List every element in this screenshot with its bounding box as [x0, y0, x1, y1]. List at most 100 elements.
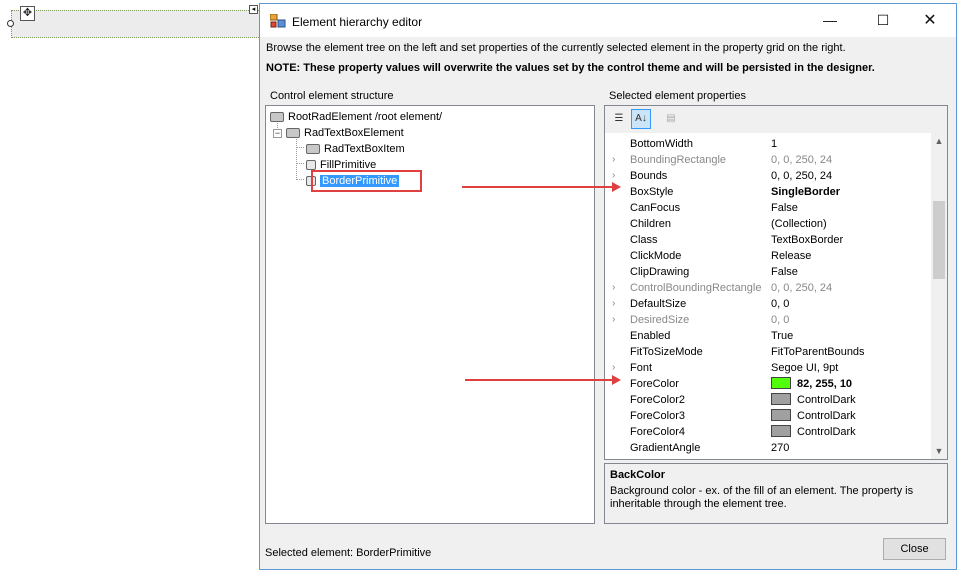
property-value: True [771, 330, 794, 342]
property-value: TextBoxBorder [771, 234, 844, 246]
property-name: GradientStyle [630, 456, 697, 459]
scroll-up-icon[interactable]: ▲ [931, 133, 947, 149]
property-name: GradientAngle [630, 442, 701, 454]
expand-chevron-icon[interactable]: › [612, 312, 615, 328]
alphabetical-icon[interactable]: A↓ [631, 109, 651, 129]
property-value-cell[interactable]: 0, 0, 250, 24 [771, 152, 832, 168]
property-rows: BottomWidth 1 › BoundingRectangle 0, 0, 250,… [605, 133, 931, 459]
move-icon[interactable]: ✥ [20, 6, 35, 21]
property-value-cell[interactable]: ControlDark [771, 424, 856, 440]
expand-chevron-icon[interactable]: › [612, 360, 615, 376]
resize-handle[interactable] [7, 20, 14, 27]
property-value: Segoe UI, 9pt [771, 362, 839, 374]
property-value-cell[interactable]: 0, 0, 250, 24 [771, 280, 832, 296]
annotation-highlight-box [311, 170, 422, 192]
property-row[interactable]: BoxStyle SingleBorder [605, 184, 931, 200]
tree-node-radtextboxelement[interactable]: RadTextBoxElement [286, 125, 404, 141]
color-swatch [771, 425, 791, 438]
property-row[interactable]: › DesiredSize 0, 0 [605, 312, 931, 328]
element-icon [270, 112, 284, 123]
primitive-icon [306, 160, 316, 171]
smart-tag-icon[interactable]: ◂ [249, 5, 258, 14]
property-name: Font [630, 362, 653, 374]
property-value-cell[interactable]: False [771, 264, 798, 280]
property-row[interactable]: CanFocus False [605, 200, 931, 216]
color-swatch [771, 409, 791, 422]
property-row[interactable]: ForeColor 82, 255, 10 [605, 376, 931, 392]
property-row[interactable]: › ControlBoundingRectangle 0, 0, 250, 24 [605, 280, 931, 296]
property-value-cell[interactable]: SingleBorder [771, 184, 840, 200]
property-value-cell[interactable]: False [771, 200, 798, 216]
scroll-down-icon[interactable]: ▼ [931, 443, 947, 459]
property-row[interactable]: › Font Segoe UI, 9pt [605, 360, 931, 376]
maximize-button[interactable]: ☐ [860, 4, 906, 37]
close-window-button[interactable]: ✕ [907, 4, 953, 37]
property-row[interactable]: GradientStyle Solid [605, 456, 931, 459]
property-value: (Collection) [771, 218, 827, 230]
property-value: 0, 0, 250, 24 [771, 282, 833, 294]
property-row[interactable]: GradientAngle 270 [605, 440, 931, 456]
property-value-cell[interactable]: 0, 0 [771, 312, 789, 328]
property-name: Children [630, 218, 671, 230]
property-row[interactable]: ClickMode Release [605, 248, 931, 264]
categorized-icon[interactable]: ☰ [609, 109, 629, 129]
scroll-thumb[interactable] [933, 201, 945, 279]
annotation-arrowhead-boxstyle [612, 182, 621, 192]
property-name: CanFocus [630, 202, 681, 214]
designer-textbox-control[interactable] [11, 10, 261, 38]
property-value-cell[interactable]: 1 [771, 136, 777, 152]
property-name: ForeColor4 [630, 426, 686, 438]
expand-chevron-icon[interactable]: › [612, 280, 615, 296]
expand-chevron-icon[interactable]: › [612, 152, 615, 168]
expand-chevron-icon[interactable]: › [612, 296, 615, 312]
property-row[interactable]: › BoundingRectangle 0, 0, 250, 24 [605, 152, 931, 168]
property-row[interactable]: Children (Collection) [605, 216, 931, 232]
property-value-cell[interactable]: True [771, 328, 793, 344]
property-value-cell[interactable]: (Collection) [771, 216, 827, 232]
property-row[interactable]: Enabled True [605, 328, 931, 344]
property-pages-icon[interactable]: ▤ [661, 109, 681, 129]
collapse-icon[interactable]: − [273, 129, 282, 138]
help-text: Background color - ex. of the fill of an… [610, 485, 914, 510]
element-tree[interactable]: RootRadElement /root element/ − RadTextB… [265, 105, 595, 524]
property-value: 0, 0, 250, 24 [771, 170, 833, 182]
minimize-button[interactable]: — [807, 4, 853, 37]
property-name: DefaultSize [630, 298, 687, 310]
tree-node-root[interactable]: RootRadElement /root element/ [270, 109, 442, 125]
property-value-cell[interactable]: 82, 255, 10 [771, 376, 852, 392]
property-row[interactable]: Class TextBoxBorder [605, 232, 931, 248]
property-row[interactable]: ClipDrawing False [605, 264, 931, 280]
property-value-cell[interactable]: TextBoxBorder [771, 232, 843, 248]
property-value: False [771, 202, 798, 214]
property-row[interactable]: › Bounds 0, 0, 250, 24 [605, 168, 931, 184]
property-value: 270 [771, 442, 790, 454]
annotation-arrowhead-forecolor [612, 375, 621, 385]
property-value-cell[interactable]: 270 [771, 440, 789, 456]
property-row[interactable]: ForeColor3 ControlDark [605, 408, 931, 424]
close-button[interactable]: Close [883, 538, 946, 560]
property-row[interactable]: ForeColor4 ControlDark [605, 424, 931, 440]
annotation-arrow-forecolor [465, 379, 613, 381]
property-value-cell[interactable]: Release [771, 248, 811, 264]
property-help-panel: BackColor Background color - ex. of the … [604, 463, 948, 524]
property-name: FitToSizeMode [630, 346, 703, 358]
property-name: ControlBoundingRectangle [630, 282, 762, 294]
property-row[interactable]: › DefaultSize 0, 0 [605, 296, 931, 312]
property-row[interactable]: ForeColor2 ControlDark [605, 392, 931, 408]
property-row[interactable]: FitToSizeMode FitToParentBounds [605, 344, 931, 360]
property-value-cell[interactable]: 0, 0, 250, 24 [771, 168, 832, 184]
property-value-cell[interactable]: FitToParentBounds [771, 344, 865, 360]
status-text: Selected element: BorderPrimitive [265, 547, 432, 559]
property-name: ClipDrawing [630, 266, 690, 278]
property-value-cell[interactable]: Solid [771, 456, 795, 459]
property-row[interactable]: BottomWidth 1 [605, 136, 931, 152]
property-value-cell[interactable]: ControlDark [771, 392, 856, 408]
property-value-cell[interactable]: Segoe UI, 9pt [771, 360, 838, 376]
tree-node-radtextboxitem[interactable]: RadTextBoxItem [306, 141, 405, 157]
vertical-scrollbar[interactable]: ▲ ▼ [931, 133, 947, 459]
property-value: 82, 255, 10 [797, 378, 853, 390]
property-value-cell[interactable]: ControlDark [771, 408, 856, 424]
tree-group-label: Control element structure [268, 90, 396, 102]
property-value-cell[interactable]: 0, 0 [771, 296, 789, 312]
property-name: BoundingRectangle [630, 154, 727, 166]
